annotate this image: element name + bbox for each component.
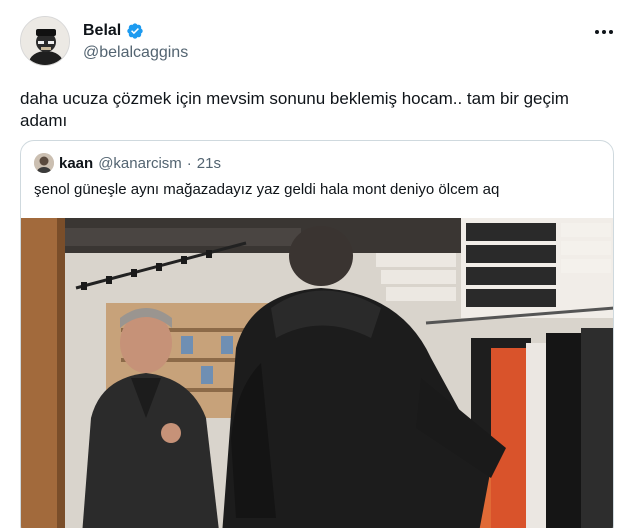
author-avatar[interactable] (20, 16, 70, 66)
separator-dot: · (186, 154, 192, 172)
tweet-card: Belal @belalcaggins daha ucuza çözmek iç… (0, 0, 635, 528)
verified-badge-icon (126, 22, 144, 40)
quoted-author-avatar (34, 153, 54, 173)
author-handle[interactable]: @belalcaggins (83, 44, 188, 62)
quoted-tweet-text: şenol güneşle aynı mağazadayız yaz geldi… (34, 181, 500, 198)
avatar-image (21, 17, 69, 65)
more-options-icon[interactable] (593, 24, 615, 40)
quoted-tweet[interactable]: kaan @kanarcism · 21s şenol güneşle aynı… (20, 140, 614, 528)
quoted-tweet-header: kaan @kanarcism · 21s (34, 153, 221, 173)
tweet-text: daha ucuza çözmek için mevsim sonunu bek… (20, 89, 569, 130)
quoted-author-handle[interactable]: @kanarcism (98, 155, 182, 172)
quoted-tweet-time[interactable]: 21s (197, 155, 221, 172)
quoted-author-name[interactable]: kaan (59, 155, 93, 172)
store-photo (21, 218, 613, 528)
author-display-name[interactable]: Belal (83, 22, 121, 40)
quoted-tweet-photo[interactable] (21, 218, 613, 528)
author-name-row: Belal (83, 22, 144, 40)
